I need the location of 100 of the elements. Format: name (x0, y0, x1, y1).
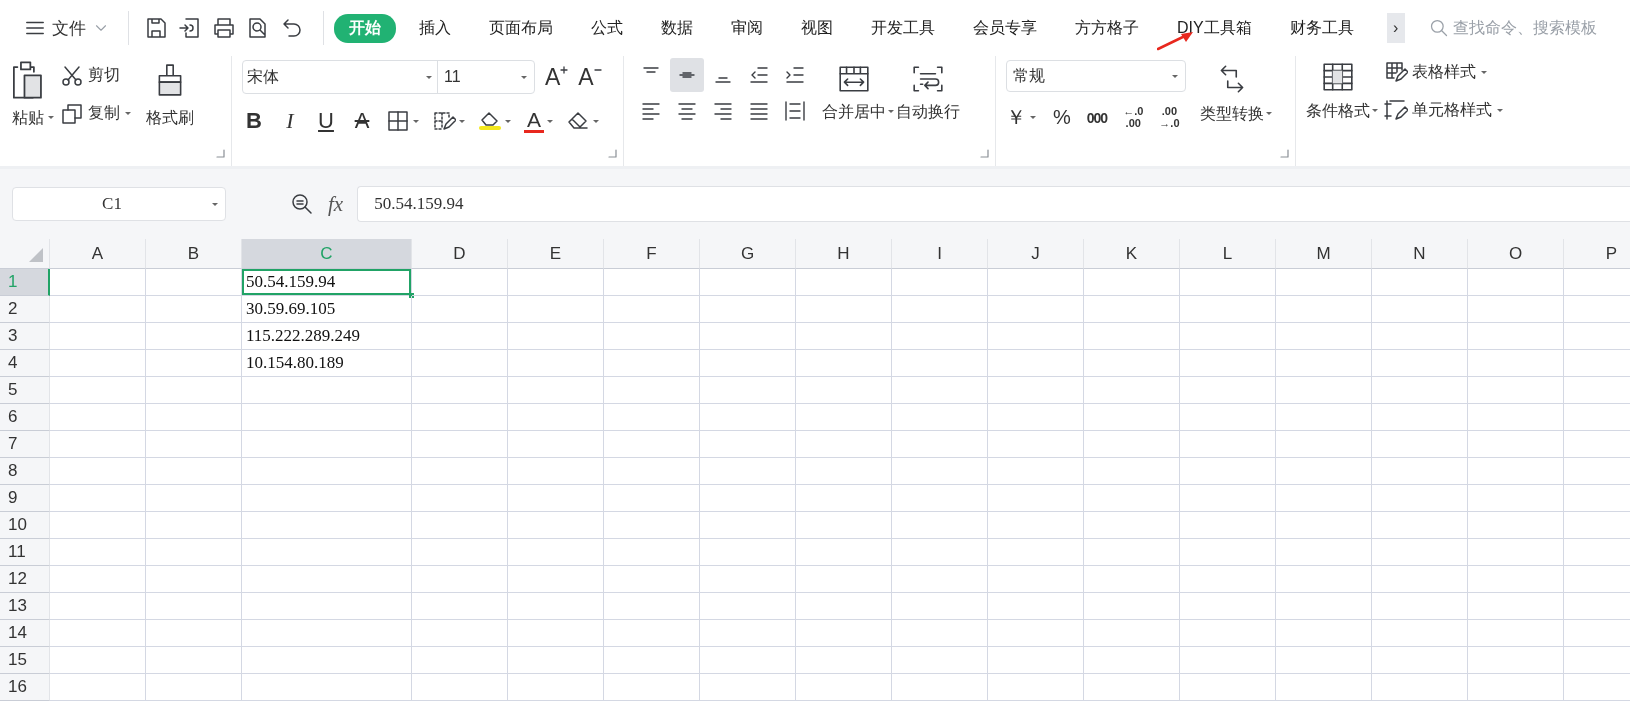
italic-button[interactable]: I (278, 108, 302, 134)
table-style-button[interactable]: 表格样式 (1384, 60, 1504, 84)
ribbon-tab[interactable]: DIY工具箱 (1162, 13, 1267, 43)
column-header[interactable]: I (892, 239, 988, 269)
paint-bucket-icon (478, 109, 502, 133)
dropdown-caret-icon[interactable] (211, 200, 219, 208)
column-header[interactable]: B (146, 239, 242, 269)
number-format-field[interactable]: 常规 (1006, 60, 1186, 92)
table-cell: 30.59.69.105 (242, 296, 412, 323)
export-icon[interactable] (178, 16, 202, 40)
conditional-format-button[interactable]: 条件格式 (1306, 60, 1370, 122)
row-header[interactable]: 4 (0, 350, 50, 377)
row-header[interactable]: 5 (0, 377, 50, 404)
undo-icon[interactable] (280, 16, 304, 40)
percent-button[interactable]: % (1053, 106, 1071, 129)
column-header[interactable]: G (700, 239, 796, 269)
copy-icon (60, 101, 84, 126)
decrease-decimal-button[interactable]: .00 →.0 (1159, 106, 1180, 129)
format-painter-button[interactable]: 格式刷 (146, 60, 194, 129)
dropdown-caret-icon[interactable] (412, 117, 420, 125)
row-header[interactable]: 2 (0, 296, 50, 323)
ribbon-tab[interactable]: 插入 (404, 13, 466, 43)
paste-button[interactable]: 粘贴 (10, 60, 46, 129)
ribbon-tab[interactable]: 公式 (576, 13, 638, 43)
row-header[interactable]: 11 (0, 539, 50, 566)
column-header[interactable]: O (1468, 239, 1564, 269)
thousands-separator-button[interactable]: 000 (1086, 109, 1108, 126)
fill-color-button[interactable] (478, 109, 512, 133)
underline-button[interactable]: U (314, 108, 338, 134)
name-box[interactable]: C1 (12, 187, 226, 221)
bold-button[interactable]: B (242, 108, 266, 134)
dropdown-caret-icon[interactable] (592, 117, 600, 125)
active-cell[interactable]: 50.54.159.94 (242, 269, 412, 296)
ribbon-tab[interactable]: 会员专享 (958, 13, 1052, 43)
dropdown-caret-icon[interactable] (504, 117, 512, 125)
merge-center-button[interactable]: 合并居中 (822, 63, 886, 123)
row-header[interactable]: 12 (0, 566, 50, 593)
dropdown-caret-icon[interactable] (887, 107, 895, 115)
formula-field[interactable]: 50.54.159.94 (357, 186, 1630, 222)
row-header[interactable]: 6 (0, 404, 50, 431)
dropdown-caret-icon[interactable] (458, 117, 466, 125)
print-icon[interactable] (212, 16, 236, 40)
column-header[interactable]: K (1084, 239, 1180, 269)
fill-handle[interactable] (409, 293, 414, 298)
file-menu[interactable]: 文件 (20, 12, 114, 44)
ribbon-tab[interactable]: 审阅 (716, 13, 778, 43)
ribbon-tab[interactable]: 开发工具 (856, 13, 950, 43)
grid-icon (386, 109, 410, 133)
column-header[interactable]: M (1276, 239, 1372, 269)
font-color-button[interactable]: A (524, 109, 554, 133)
column-header[interactable]: D (412, 239, 508, 269)
function-button[interactable]: fx (328, 191, 344, 217)
cut-button[interactable]: 剪切 (60, 63, 132, 88)
column-header[interactable]: F (604, 239, 700, 269)
row-header[interactable]: 14 (0, 620, 50, 647)
dropdown-caret-icon[interactable] (47, 114, 55, 121)
column-header[interactable]: N (1372, 239, 1468, 269)
column-header[interactable]: P (1564, 239, 1630, 269)
save-icon[interactable] (144, 16, 168, 40)
ribbon-tab[interactable]: 财务工具 (1274, 13, 1369, 43)
ribbon-tab[interactable]: 视图 (786, 13, 848, 43)
align-middle-icon[interactable] (670, 58, 704, 92)
more-tabs-button[interactable]: › (1386, 13, 1405, 43)
row-header[interactable]: 16 (0, 674, 50, 701)
dropdown-caret-icon[interactable] (1480, 68, 1488, 76)
row-header[interactable]: 9 (0, 485, 50, 512)
dropdown-caret-icon[interactable] (1171, 72, 1179, 80)
row-header[interactable]: 7 (0, 431, 50, 458)
ribbon-tab[interactable]: 数据 (646, 13, 708, 43)
dropdown-caret-icon[interactable] (124, 110, 132, 117)
ribbon-tab[interactable]: 方方格子 (1060, 13, 1154, 43)
row-header[interactable]: 8 (0, 458, 50, 485)
decrease-font-size-button[interactable]: A (578, 63, 602, 91)
row-header[interactable]: 15 (0, 647, 50, 674)
row-header[interactable]: 10 (0, 512, 50, 539)
column-header[interactable]: J (988, 239, 1084, 269)
column-header[interactable]: E (508, 239, 604, 269)
zoom-icon[interactable] (290, 192, 314, 216)
dropdown-caret-icon[interactable] (1371, 106, 1379, 114)
currency-button[interactable]: ￥ (1006, 104, 1037, 131)
column-header[interactable]: L (1180, 239, 1276, 269)
dropdown-caret-icon[interactable] (1496, 106, 1504, 114)
ribbon-tab[interactable]: 页面布局 (474, 13, 568, 43)
increase-font-size-button[interactable]: A (545, 63, 569, 91)
shading-button[interactable] (432, 109, 466, 133)
convert-type-button[interactable]: 类型转换 (1200, 62, 1264, 125)
strikethrough-button[interactable]: A (350, 108, 374, 134)
cell-style-button[interactable]: 单元格样式 (1384, 98, 1504, 122)
copy-button[interactable]: 复制 (60, 101, 132, 126)
row-header[interactable]: 3 (0, 323, 50, 350)
wrap-text-button[interactable]: 自动换行 (896, 63, 960, 123)
scissors-icon (60, 63, 84, 88)
borders-button[interactable] (386, 109, 420, 133)
row-header[interactable]: 13 (0, 593, 50, 620)
dropdown-caret-icon[interactable] (546, 117, 554, 125)
column-header[interactable]: A (50, 239, 146, 269)
dropdown-caret-icon[interactable] (1265, 110, 1273, 117)
increase-decimal-button[interactable]: ←.0 .00 (1123, 106, 1144, 129)
column-header[interactable]: H (796, 239, 892, 269)
dropdown-caret-icon[interactable] (1029, 114, 1037, 121)
